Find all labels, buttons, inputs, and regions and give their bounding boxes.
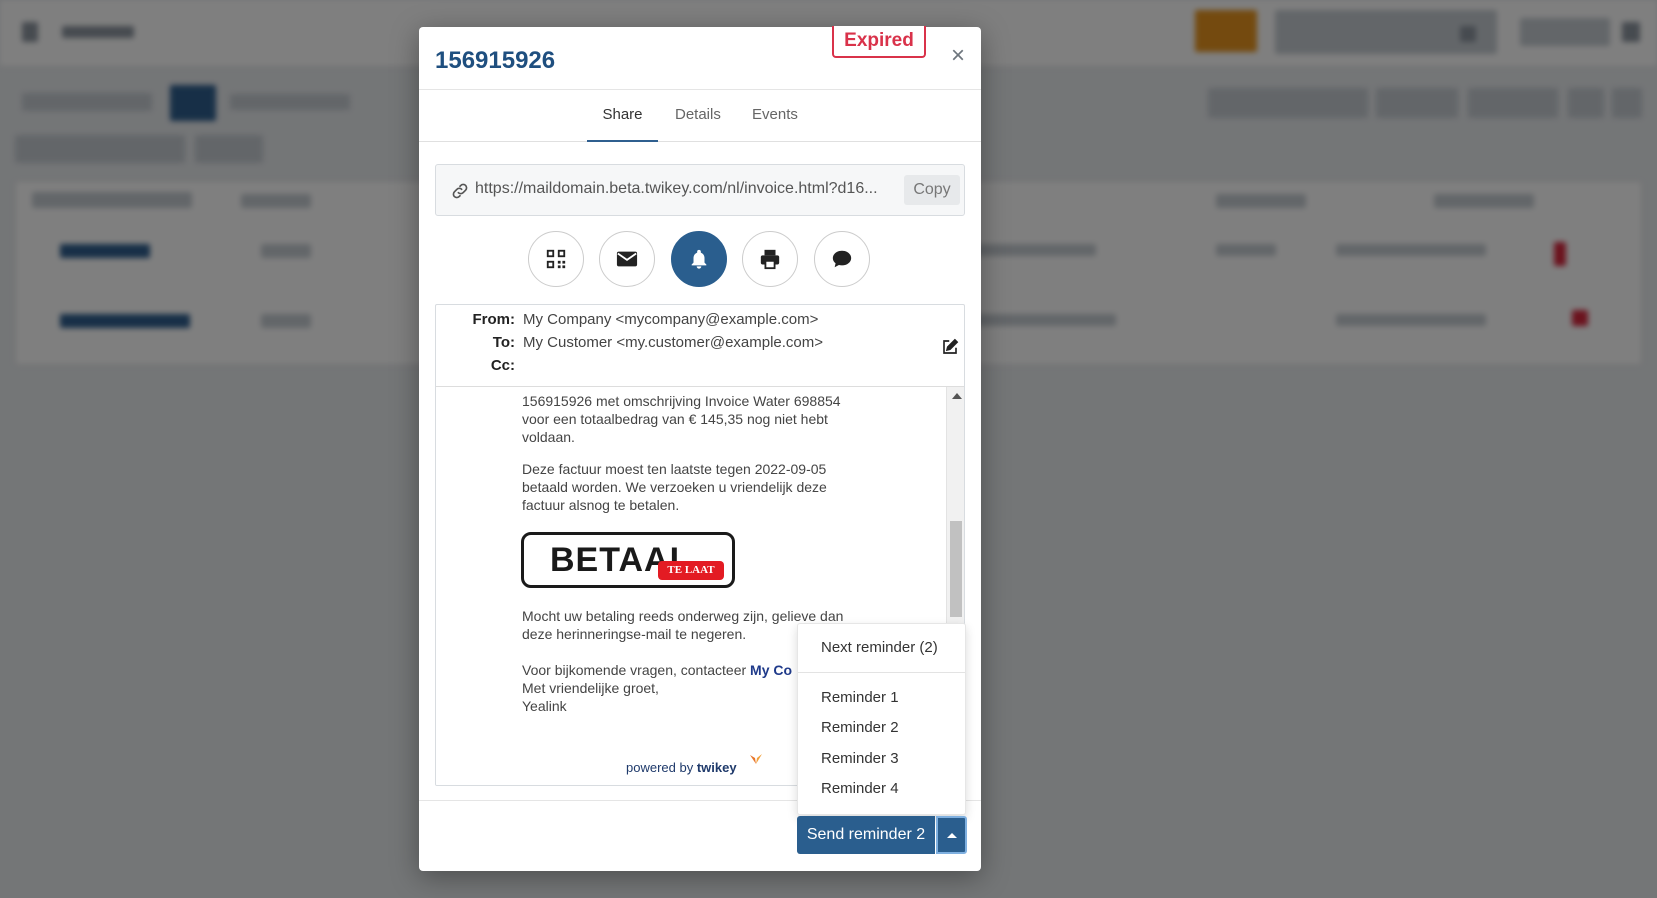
share-action-buttons <box>419 231 981 291</box>
qr-code-button[interactable] <box>528 231 584 287</box>
modal-tabs: Share Details Events <box>419 90 981 142</box>
scroll-thumb[interactable] <box>950 521 962 617</box>
modal-header: 156915926 Expired × <box>419 26 981 90</box>
cc-label: Cc: <box>490 357 515 374</box>
copy-url-button[interactable]: Copy <box>904 175 960 205</box>
reminder-dropdown-menu: Next reminder (2) Reminder 1 Reminder 2 … <box>797 623 966 815</box>
menu-item-reminder-3[interactable]: Reminder 3 <box>821 750 899 767</box>
envelope-icon <box>616 251 638 267</box>
chat-bubble-icon <box>832 250 852 268</box>
share-url-field[interactable]: https://maildomain.beta.twikey.com/nl/in… <box>435 164 965 216</box>
share-url-text[interactable]: https://maildomain.beta.twikey.com/nl/in… <box>475 180 878 198</box>
edit-icon[interactable] <box>940 338 960 356</box>
reminder-button[interactable] <box>671 231 727 287</box>
send-reminder-dropdown-toggle[interactable] <box>936 816 967 854</box>
body-paragraph-1: 156915926 met omschrijving Invoice Water… <box>522 393 841 445</box>
menu-divider <box>798 672 965 673</box>
send-reminder-button[interactable]: Send reminder 2 <box>797 816 935 854</box>
link-icon <box>452 183 468 199</box>
qr-code-icon <box>546 249 566 269</box>
menu-item-reminder-1[interactable]: Reminder 1 <box>821 689 899 706</box>
cc-row: Cc: <box>436 357 964 379</box>
expired-status-badge: Expired <box>832 26 926 58</box>
close-button[interactable]: × <box>948 44 968 68</box>
send-reminder-split-button: Send reminder 2 <box>797 816 967 854</box>
scroll-up-arrow[interactable] <box>952 393 962 399</box>
twikey-butterfly-icon <box>750 754 762 764</box>
from-row: From: My Company <mycompany@example.com> <box>436 311 964 333</box>
from-value: My Company <mycompany@example.com> <box>523 311 819 328</box>
menu-item-next-reminder[interactable]: Next reminder (2) <box>821 639 938 656</box>
body-paragraph-2: Deze factuur moest ten laatste tegen 202… <box>522 461 827 513</box>
message-button[interactable] <box>814 231 870 287</box>
email-button[interactable] <box>599 231 655 287</box>
menu-item-reminder-4[interactable]: Reminder 4 <box>821 780 899 797</box>
logo-tag: TE LAAT <box>658 561 724 580</box>
bell-icon <box>691 249 707 269</box>
invoice-number-title: 156915926 <box>435 47 556 74</box>
betaal-te-laat-logo: BETAAL TE LAAT <box>521 532 735 588</box>
print-button[interactable] <box>742 231 798 287</box>
tab-events[interactable]: Events <box>752 90 802 142</box>
menu-item-reminder-2[interactable]: Reminder 2 <box>821 719 899 736</box>
company-link[interactable]: My Co <box>750 662 792 678</box>
from-label: From: <box>472 311 516 328</box>
caret-up-icon <box>947 833 957 838</box>
tab-details[interactable]: Details <box>675 90 725 142</box>
to-value: My Customer <my.customer@example.com> <box>523 334 824 351</box>
printer-icon <box>760 249 780 270</box>
tab-share[interactable]: Share <box>587 90 658 142</box>
to-label: To: <box>492 334 515 351</box>
email-header: From: My Company <mycompany@example.com>… <box>436 305 964 387</box>
powered-by-twikey: powered by twikey <box>626 760 737 775</box>
to-row: To: My Customer <my.customer@example.com… <box>436 334 964 356</box>
